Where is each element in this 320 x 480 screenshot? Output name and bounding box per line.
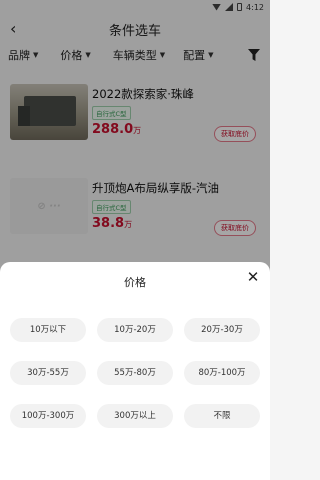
price-option[interactable]: 20万-30万 xyxy=(184,318,260,342)
price-option[interactable]: 10万-20万 xyxy=(97,318,173,342)
price-option[interactable]: 300万以上 xyxy=(97,404,173,428)
sheet-title: 价格 xyxy=(124,276,146,289)
price-option[interactable]: 30万-55万 xyxy=(10,361,86,385)
price-filter-sheet: 价格 ✕ 10万以下 10万-20万 20万-30万 30万-55万 55万-8… xyxy=(0,262,270,480)
price-option[interactable]: 100万-300万 xyxy=(10,404,86,428)
price-options: 10万以下 10万-20万 20万-30万 30万-55万 55万-80万 80… xyxy=(10,318,260,428)
price-option[interactable]: 80万-100万 xyxy=(184,361,260,385)
price-option[interactable]: 55万-80万 xyxy=(97,361,173,385)
close-icon[interactable]: ✕ xyxy=(246,270,260,285)
price-option[interactable]: 不限 xyxy=(184,404,260,428)
price-option[interactable]: 10万以下 xyxy=(10,318,86,342)
